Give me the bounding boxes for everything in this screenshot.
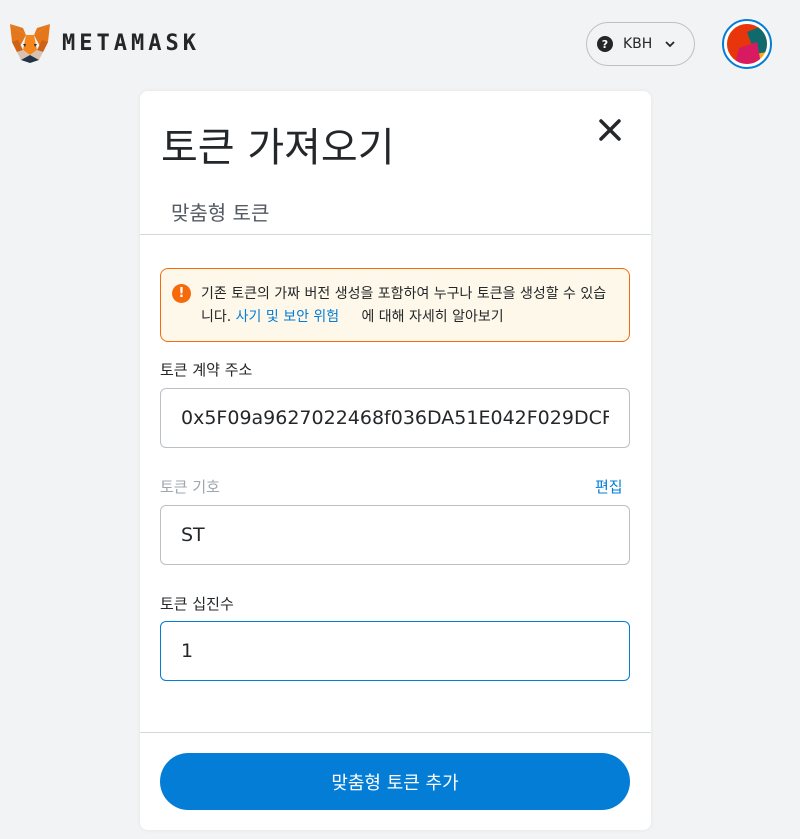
token-symbol-input[interactable]: [160, 505, 630, 565]
token-address-input[interactable]: [160, 388, 630, 448]
scam-risk-link[interactable]: 사기 및 보안 위험: [236, 309, 340, 325]
close-icon[interactable]: [595, 115, 625, 145]
network-name: KBH: [623, 36, 653, 52]
token-decimals-input[interactable]: [160, 621, 630, 681]
divider: [140, 234, 651, 235]
network-selector[interactable]: ? KBH: [586, 22, 695, 66]
avatar: [727, 24, 767, 64]
chevron-down-icon: [665, 41, 675, 48]
help-icon: ?: [597, 36, 613, 52]
edit-symbol-link[interactable]: 편집: [595, 476, 623, 497]
token-symbol-label: 토큰 기호: [160, 478, 220, 496]
token-decimals-label: 토큰 십진수: [160, 595, 234, 613]
account-menu-button[interactable]: [722, 19, 772, 69]
warning-text-suffix: 에 대해 자세히 알아보기: [361, 309, 504, 325]
fox-icon: [10, 24, 50, 63]
metamask-logo[interactable]: METAMASK: [8, 22, 200, 64]
warning-banner: ! 기존 토큰의 가짜 버전 생성을 포함하여 누구나 토큰을 생성할 수 있습…: [160, 268, 630, 342]
import-token-card: 토큰 가져오기 맞춤형 토큰 ! 기존 토큰의 가짜 버전 생성을 포함하여 누…: [140, 91, 651, 830]
app-header: METAMASK ? KBH: [0, 0, 800, 90]
add-custom-token-button[interactable]: 맞춤형 토큰 추가: [160, 753, 630, 810]
logo-text: METAMASK: [62, 30, 200, 56]
page-title: 토큰 가져오기: [161, 125, 395, 171]
warning-icon: !: [172, 284, 191, 303]
divider: [140, 732, 651, 733]
token-address-label: 토큰 계약 주소: [160, 361, 253, 379]
tab-custom-token[interactable]: 맞춤형 토큰: [171, 197, 269, 226]
